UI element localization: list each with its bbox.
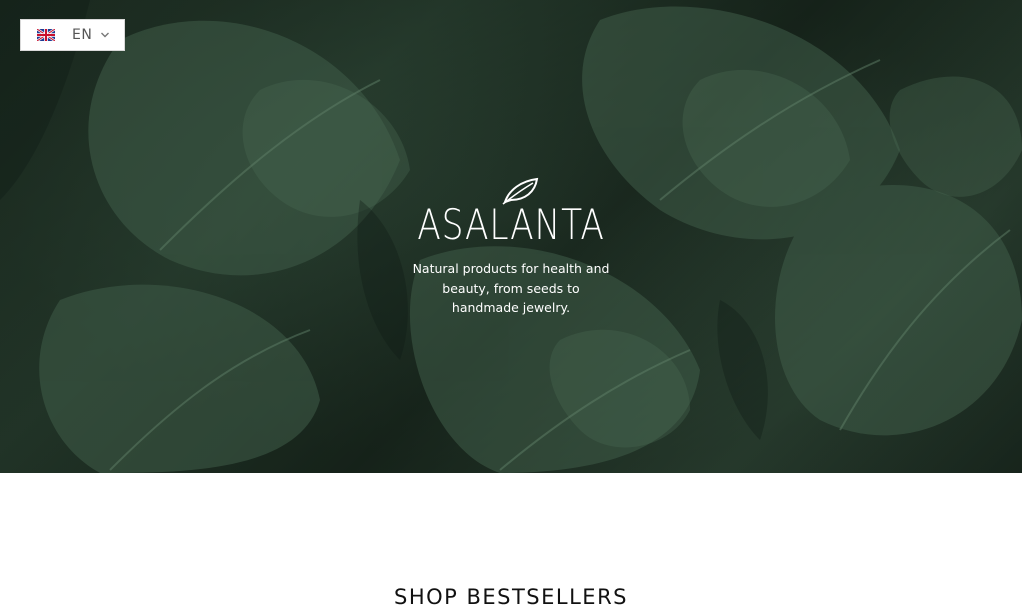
language-code: EN bbox=[72, 27, 93, 43]
brand-tagline: Natural products for health and beauty, … bbox=[412, 261, 610, 315]
brand-name: ASALANTA bbox=[417, 200, 605, 249]
language-switcher[interactable]: EN bbox=[20, 19, 125, 51]
uk-flag-icon bbox=[37, 29, 55, 41]
hero-banner: EN ASALANTA Natural products for health … bbox=[0, 0, 1022, 473]
chevron-down-icon bbox=[101, 32, 110, 38]
section-title: SHOP BESTSELLERS bbox=[393, 585, 628, 609]
brand-logo[interactable]: ASALANTA Natural products for health and… bbox=[0, 176, 1022, 318]
bestsellers-section: SHOP BESTSELLERS bbox=[0, 473, 1022, 609]
